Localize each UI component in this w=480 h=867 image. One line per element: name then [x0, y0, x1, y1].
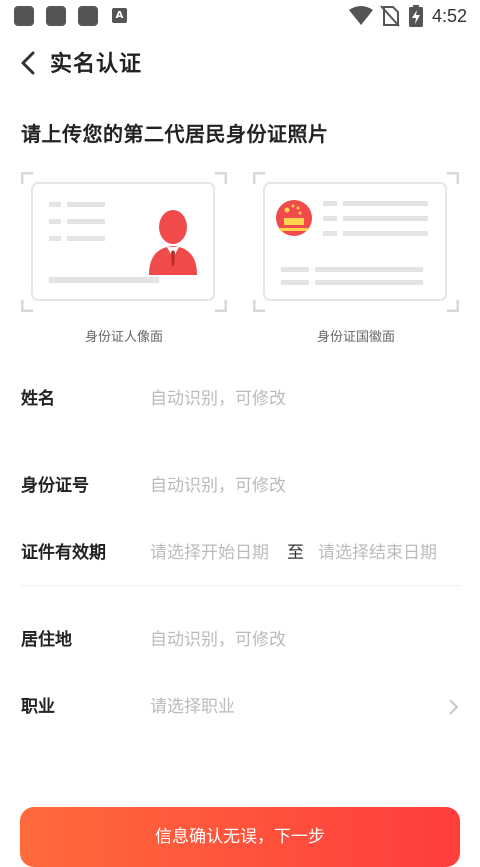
- chevron-right-icon: [449, 699, 459, 715]
- notification-icon: [14, 6, 34, 26]
- id-back-upload[interactable]: [253, 172, 459, 312]
- next-step-button[interactable]: 信息确认无误，下一步: [20, 807, 460, 867]
- page-title: 实名认证: [50, 52, 143, 77]
- name-row: 姓名 自动识别，可修改: [0, 384, 480, 414]
- notification-icon: [46, 6, 66, 26]
- validity-label: 证件有效期: [21, 543, 106, 563]
- validity-row: 证件有效期 请选择开始日期 至 请选择结束日期: [0, 538, 480, 568]
- address-input[interactable]: 自动识别，可修改: [150, 625, 286, 655]
- wifi-icon: [349, 6, 373, 25]
- end-date-picker[interactable]: 请选择结束日期: [318, 538, 437, 568]
- divider: [21, 585, 461, 586]
- id-number-row: 身份证号 自动识别，可修改: [0, 471, 480, 501]
- upload-heading: 请上传您的第二代居民身份证照片: [21, 122, 329, 146]
- notification-icon: [78, 6, 98, 26]
- address-row: 居住地 自动识别，可修改: [0, 625, 480, 655]
- status-bar: A 4:52: [0, 0, 480, 34]
- occupation-label: 职业: [21, 697, 55, 717]
- national-emblem-icon: [276, 200, 312, 236]
- battery-charging-icon: [409, 5, 423, 27]
- id-front-label: 身份证人像面: [84, 330, 163, 345]
- app-notification-icon: A: [112, 8, 127, 23]
- occupation-row[interactable]: 职业 请选择职业: [0, 692, 480, 722]
- clock: 4:52: [432, 6, 468, 26]
- id-number-input[interactable]: 自动识别，可修改: [150, 471, 286, 501]
- date-range-separator: 至: [287, 543, 304, 563]
- id-number-label: 身份证号: [21, 476, 89, 496]
- name-label: 姓名: [21, 389, 55, 409]
- name-input[interactable]: 自动识别，可修改: [150, 384, 286, 414]
- start-date-picker[interactable]: 请选择开始日期: [150, 538, 269, 568]
- no-sim-icon: [380, 5, 400, 27]
- address-label: 居住地: [21, 630, 72, 650]
- id-back-label: 身份证国徽面: [316, 330, 395, 345]
- id-front-upload[interactable]: [21, 172, 227, 312]
- nav-bar: 实名认证: [0, 40, 480, 86]
- occupation-picker[interactable]: 请选择职业: [150, 692, 235, 722]
- back-arrow-icon[interactable]: [16, 48, 42, 78]
